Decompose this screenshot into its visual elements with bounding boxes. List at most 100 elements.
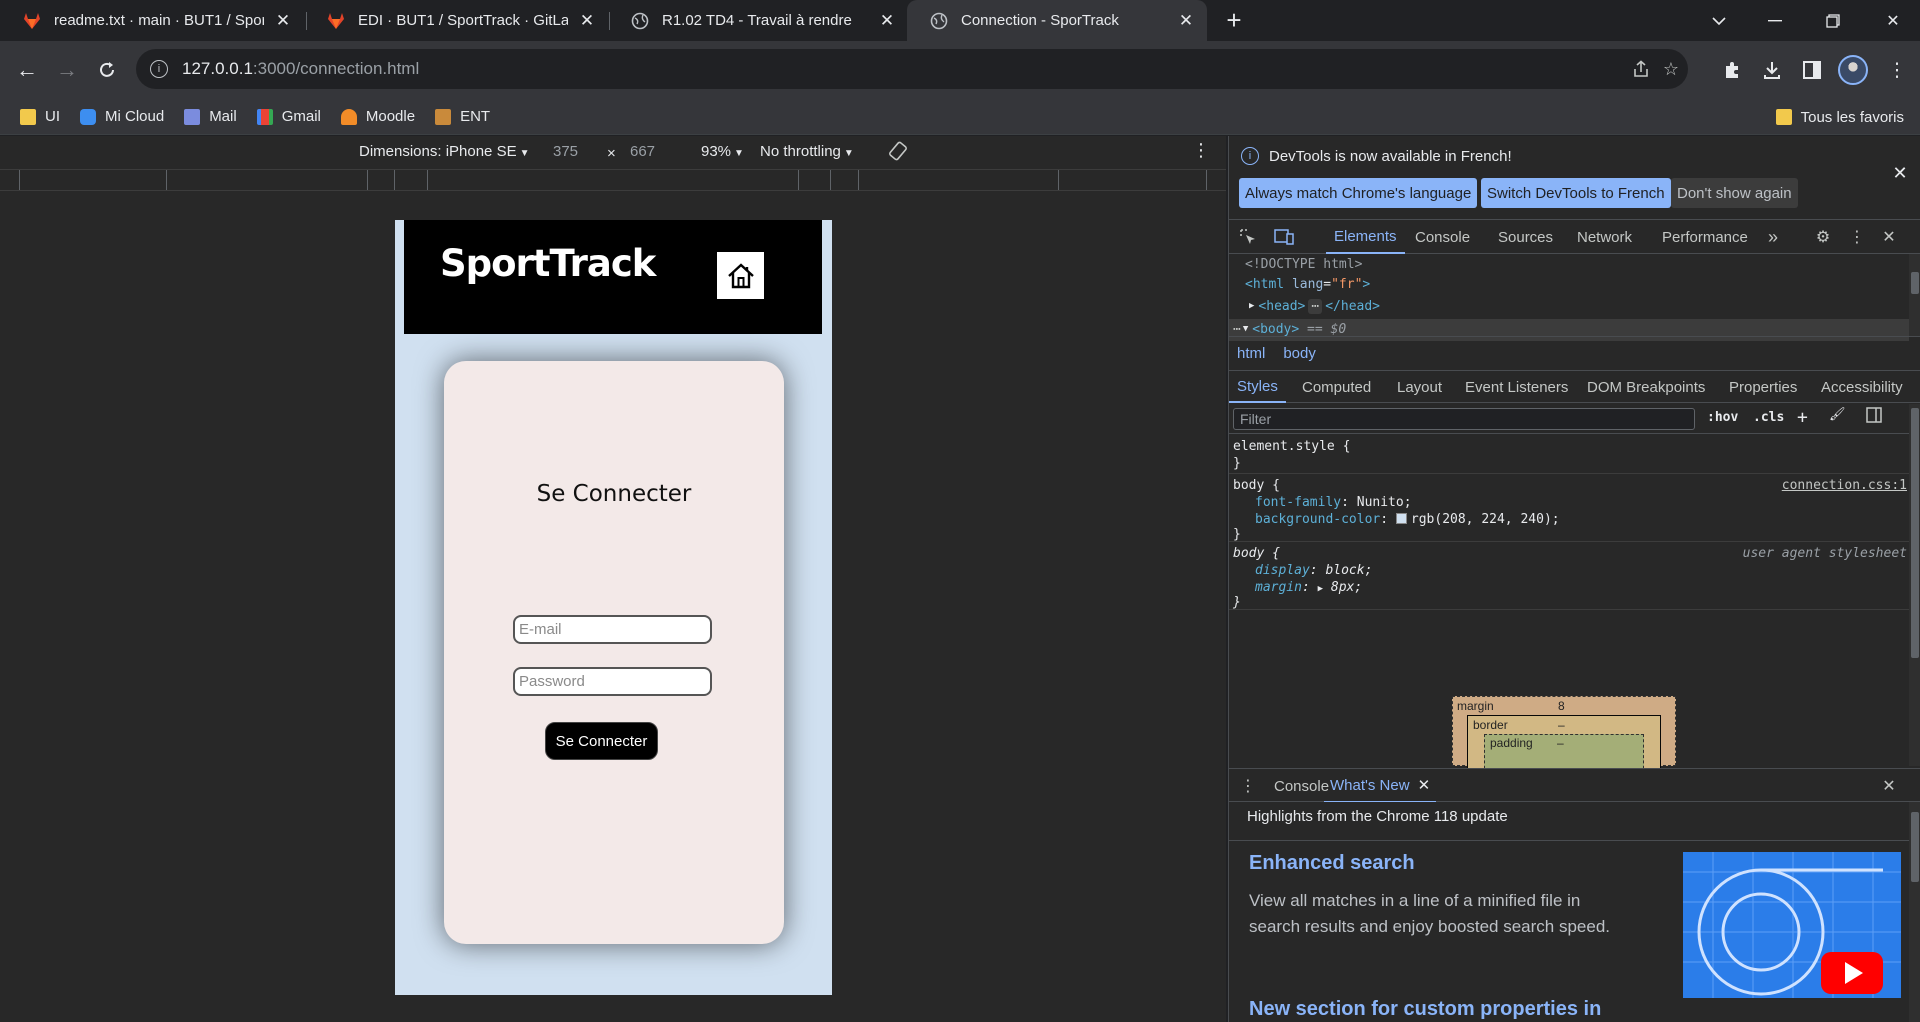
collapse-triangle-icon[interactable]: ▼: [1243, 324, 1248, 334]
tab-elements[interactable]: Elements: [1326, 220, 1405, 254]
browser-tab-edi[interactable]: EDI · BUT1 / SportTrack · GitLab ✕: [304, 0, 608, 41]
site-logo[interactable]: SportTrack: [440, 242, 656, 285]
inspect-element-icon[interactable]: [1237, 226, 1259, 248]
close-tab-icon[interactable]: ✕: [1175, 10, 1197, 32]
device-toolbar-icon[interactable]: [1273, 226, 1295, 248]
scrollbar-thumb[interactable]: [1911, 408, 1919, 658]
bookmark-moodle[interactable]: Moodle: [340, 103, 415, 131]
new-style-rule-icon[interactable]: +: [1797, 407, 1808, 428]
toggle-sidebar-icon[interactable]: [1866, 407, 1882, 427]
download-icon[interactable]: [1755, 53, 1789, 87]
drawer-scrollbar[interactable]: [1909, 802, 1920, 1022]
tab-dom-breakpoints[interactable]: DOM Breakpoints: [1587, 371, 1705, 403]
styles-scrollbar[interactable]: [1909, 404, 1920, 766]
close-tab-icon[interactable]: ✕: [1418, 776, 1431, 794]
dom-head[interactable]: ▶ <head> ⋯ </head>: [1249, 296, 1380, 316]
prop-value[interactable]: Nunito;: [1357, 495, 1412, 510]
tab-layout[interactable]: Layout: [1397, 371, 1442, 403]
back-arrow-icon[interactable]: ←: [10, 53, 44, 87]
dom-html[interactable]: <html lang = "fr" >: [1245, 274, 1370, 294]
settings-gear-icon[interactable]: ⚙: [1812, 226, 1834, 248]
zoom-select[interactable]: 93% ▼: [701, 143, 744, 160]
extensions-icon[interactable]: [1715, 53, 1749, 87]
drawer-tab-console[interactable]: Console: [1274, 769, 1329, 803]
ellipsis-icon[interactable]: ⋯: [1308, 298, 1323, 314]
close-window-button[interactable]: ✕: [1870, 0, 1916, 41]
home-button[interactable]: [717, 252, 764, 299]
always-match-language-button[interactable]: Always match Chrome's language: [1239, 178, 1478, 208]
scrollbar-thumb[interactable]: [1911, 812, 1919, 882]
prop-value[interactable]: rgb(208, 224, 240);: [1411, 512, 1560, 527]
tab-performance[interactable]: Performance: [1662, 220, 1748, 254]
bookmark-gmail[interactable]: Gmail: [256, 103, 321, 131]
device-select[interactable]: Dimensions: iPhone SE ▼: [359, 143, 530, 160]
paint-brush-icon[interactable]: 🖌: [1829, 407, 1846, 422]
site-info-icon[interactable]: i: [150, 60, 168, 78]
profile-avatar[interactable]: [1838, 55, 1868, 85]
styles-filter-input[interactable]: Filter: [1233, 408, 1695, 430]
breadcrumb-body[interactable]: body: [1283, 345, 1316, 362]
tab-sources[interactable]: Sources: [1498, 220, 1553, 254]
close-tab-icon[interactable]: ✕: [272, 10, 294, 32]
devtools-kebab-icon[interactable]: ⋮: [1846, 226, 1868, 248]
rule-source-link[interactable]: connection.css:1: [1782, 478, 1907, 493]
tab-properties[interactable]: Properties: [1729, 371, 1797, 403]
device-height-input[interactable]: 667: [630, 143, 655, 160]
email-field[interactable]: [513, 615, 712, 644]
drawer-tab-whats-new[interactable]: What's New ✕: [1324, 769, 1437, 803]
hover-state-toggle[interactable]: :hov: [1707, 410, 1738, 425]
new-tab-button[interactable]: +: [1220, 5, 1248, 35]
minimize-button[interactable]: [1752, 0, 1798, 41]
close-devtools-icon[interactable]: ✕: [1878, 226, 1900, 248]
expand-triangle-icon[interactable]: ▶: [1249, 301, 1254, 311]
tab-console[interactable]: Console: [1415, 220, 1470, 254]
side-panel-icon[interactable]: [1795, 53, 1829, 87]
device-width-input[interactable]: 375: [553, 143, 578, 160]
color-swatch[interactable]: [1395, 513, 1407, 524]
tab-event-listeners[interactable]: Event Listeners: [1465, 371, 1568, 403]
close-infobar-icon[interactable]: ✕: [1889, 162, 1911, 184]
prop-name[interactable]: background-color: [1255, 512, 1380, 527]
tab-styles[interactable]: Styles: [1229, 371, 1286, 403]
browser-tab-connection[interactable]: Connection - SporTrack ✕: [907, 0, 1207, 41]
login-submit-button[interactable]: Se Connecter: [545, 722, 658, 760]
reload-icon[interactable]: [90, 53, 124, 87]
close-tab-icon[interactable]: ✕: [576, 10, 598, 32]
close-drawer-icon[interactable]: ✕: [1878, 775, 1900, 797]
device-options-kebab-icon[interactable]: ⋮: [1192, 140, 1210, 161]
bookmark-star-icon[interactable]: ☆: [1660, 58, 1682, 80]
class-toggle[interactable]: .cls: [1753, 410, 1784, 425]
dom-doctype[interactable]: <!DOCTYPE html>: [1245, 254, 1362, 274]
prop-name[interactable]: font-family: [1255, 495, 1341, 510]
close-tab-icon[interactable]: ✕: [876, 10, 898, 32]
browser-tab-readme[interactable]: readme.txt · main · BUT1 / Sport ✕: [0, 0, 304, 41]
menu-kebab-icon[interactable]: ⋮: [1880, 53, 1914, 87]
tab-computed[interactable]: Computed: [1302, 371, 1371, 403]
tab-accessibility[interactable]: Accessibility: [1821, 371, 1903, 403]
browser-tab-r102[interactable]: R1.02 TD4 - Travail à rendre ✕: [608, 0, 908, 41]
throttling-select[interactable]: No throttling ▼: [760, 143, 854, 160]
tab-network[interactable]: Network: [1577, 220, 1632, 254]
box-model-border-value[interactable]: –: [1558, 718, 1565, 732]
expand-triangle-icon[interactable]: ▶: [1318, 584, 1323, 594]
bookmark-ui[interactable]: UI: [20, 103, 60, 131]
element-style-rule[interactable]: element.style { }: [1229, 434, 1909, 474]
box-model-padding-value[interactable]: –: [1557, 736, 1564, 750]
share-icon[interactable]: [1630, 58, 1652, 80]
tab-search-chevron-icon[interactable]: [1696, 0, 1742, 41]
restore-button[interactable]: [1810, 0, 1856, 41]
scrollbar-thumb[interactable]: [1911, 272, 1919, 294]
dont-show-again-button[interactable]: Don't show again: [1671, 178, 1798, 208]
switch-to-french-button[interactable]: Switch DevTools to French: [1481, 178, 1671, 208]
whats-new-video-thumbnail[interactable]: [1683, 852, 1901, 998]
breadcrumb-html[interactable]: html: [1237, 345, 1265, 362]
drawer-kebab-icon[interactable]: ⋮: [1237, 775, 1259, 797]
node-actions-icon[interactable]: ⋯: [1233, 322, 1241, 337]
password-field[interactable]: [513, 667, 712, 696]
bookmark-mail[interactable]: Mail: [184, 103, 237, 131]
bookmark-ent[interactable]: ENT: [435, 103, 490, 131]
forward-arrow-icon[interactable]: →: [50, 53, 84, 87]
body-rule-connection[interactable]: body { connection.css:1 font-family: Nun…: [1229, 474, 1909, 542]
address-bar[interactable]: i 127.0.0.1:3000/connection.html ☆: [136, 49, 1688, 89]
box-model-margin-value[interactable]: 8: [1558, 699, 1565, 713]
